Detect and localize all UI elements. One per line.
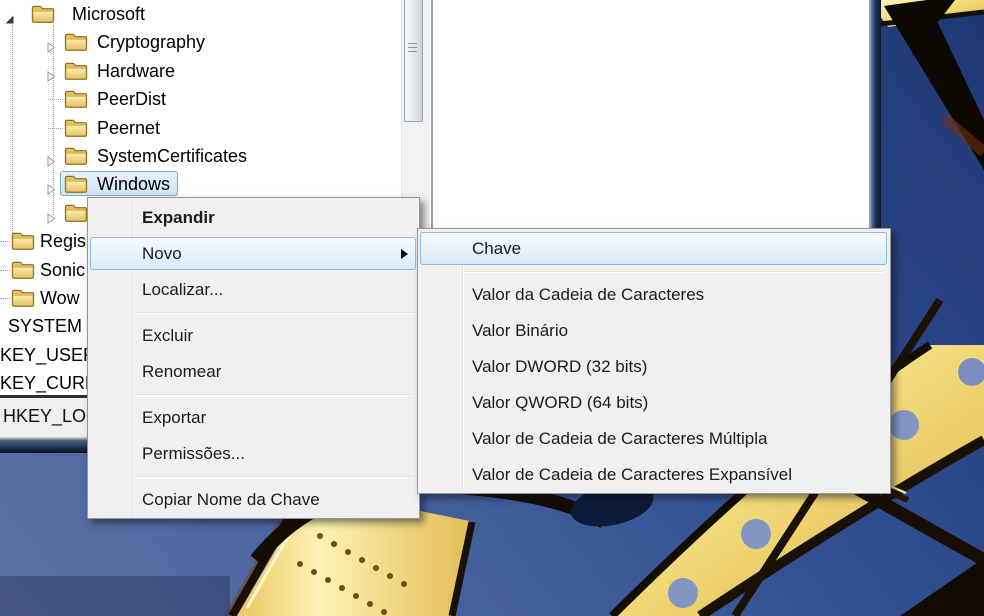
menu-item-label: Valor da Cadeia de Caracteres bbox=[472, 285, 705, 304]
folder-icon bbox=[64, 34, 88, 52]
menu-item-valor-de-cadeia-de-caracteres-multipla[interactable]: Valor de Cadeia de Caracteres Múltipla bbox=[418, 421, 890, 457]
tree-connector-stub bbox=[0, 269, 10, 272]
menu-highlight bbox=[90, 237, 416, 270]
collapsed-triangle-icon[interactable] bbox=[46, 179, 57, 196]
tree-connector-stub bbox=[48, 99, 63, 101]
menu-item-valor-de-cadeia-de-caracteres-expansivel[interactable]: Valor de Cadeia de Caracteres Expansível bbox=[418, 457, 890, 493]
folder-icon bbox=[64, 147, 88, 165]
new-value-submenu: Chave Valor da Cadeia de Caracteres Valor … bbox=[417, 228, 891, 494]
menu-item-label: Localizar... bbox=[142, 280, 224, 299]
menu-separator bbox=[464, 267, 884, 277]
menu-item-label: Valor DWORD (32 bits) bbox=[472, 357, 648, 376]
menu-item-expandir[interactable]: Expandir bbox=[88, 200, 419, 236]
tree-connector-line bbox=[12, 25, 14, 233]
submenu-arrow-icon bbox=[401, 249, 408, 259]
menu-item-novo[interactable]: Novo bbox=[88, 236, 419, 272]
folder-icon bbox=[64, 176, 88, 194]
menu-item-label: Valor de Cadeia de Caracteres Múltipla bbox=[472, 429, 768, 448]
collapsed-triangle-icon[interactable] bbox=[46, 66, 57, 82]
tree-item-label: PeerDist bbox=[97, 89, 167, 110]
menu-item-label: Copiar Nome da Chave bbox=[142, 490, 320, 509]
tree-item-label: Hardware bbox=[97, 60, 176, 81]
folder-icon bbox=[31, 5, 55, 23]
menu-item-label: Chave bbox=[472, 239, 522, 258]
screenshot-stage: Microsoft Cryptography Hardware PeerDist Pee… bbox=[0, 0, 984, 616]
scrollbar-thumb[interactable] bbox=[404, 0, 423, 122]
menu-item-label: Novo bbox=[142, 244, 182, 263]
menu-item-label: Renomear bbox=[142, 362, 222, 381]
menu-separator bbox=[134, 390, 413, 400]
collapsed-triangle-icon[interactable] bbox=[46, 37, 57, 54]
tree-item-label: Windows bbox=[97, 174, 171, 195]
folder-icon bbox=[64, 90, 88, 109]
menu-item-valor-dword-32-bits[interactable]: Valor DWORD (32 bits) bbox=[418, 349, 890, 385]
menu-item-label: Valor Binário bbox=[472, 321, 569, 340]
tree-connector-stub bbox=[0, 298, 10, 300]
menu-item-valor-da-cadeia-de-caracteres[interactable]: Valor da Cadeia de Caracteres bbox=[418, 277, 890, 313]
tree-item-label: Wow bbox=[40, 288, 80, 308]
menu-item-copiar-nome-da-chave[interactable]: Copiar Nome da Chave bbox=[88, 482, 419, 518]
tree-item-label: Sonic bbox=[40, 259, 86, 280]
tree-connector-stub bbox=[0, 241, 10, 243]
expanded-triangle-icon[interactable] bbox=[4, 9, 15, 24]
tree-item-label: SYSTEM bbox=[8, 316, 83, 337]
menu-item-chave[interactable]: Chave bbox=[418, 231, 890, 267]
tree-item-label: Cryptography bbox=[97, 32, 206, 53]
menu-separator bbox=[134, 472, 413, 482]
menu-item-excluir[interactable]: Excluir bbox=[88, 318, 419, 354]
menu-item-permissoes[interactable]: Permissões... bbox=[88, 436, 419, 472]
menu-item-valor-binario[interactable]: Valor Binário bbox=[418, 313, 890, 349]
tree-item-label: KEY_CURR bbox=[0, 373, 99, 394]
tree-item-label: Peernet bbox=[97, 117, 161, 138]
menu-item-valor-qword-64-bits[interactable]: Valor QWORD (64 bits) bbox=[418, 385, 890, 421]
menu-item-label: Permissões... bbox=[142, 444, 245, 463]
menu-item-exportar[interactable]: Exportar bbox=[88, 400, 419, 436]
menu-item-localizar[interactable]: Localizar... bbox=[88, 272, 419, 308]
menu-item-label: Valor de Cadeia de Caracteres Expansível bbox=[472, 465, 793, 484]
collapsed-triangle-icon[interactable] bbox=[46, 151, 57, 167]
menu-item-label: Valor QWORD (64 bits) bbox=[472, 393, 649, 412]
folder-icon bbox=[64, 119, 88, 137]
folder-icon bbox=[11, 289, 35, 307]
collapsed-triangle-icon[interactable] bbox=[46, 208, 57, 224]
tree-item-label: SystemCertificates bbox=[97, 146, 248, 166]
tree-item-label: Regis bbox=[40, 231, 87, 252]
menu-separator bbox=[134, 308, 413, 318]
tree-context-menu: Expandir Novo Localizar... Excluir Renomear E… bbox=[87, 197, 420, 519]
menu-item-renomear[interactable]: Renomear bbox=[88, 354, 419, 390]
menu-item-label: Excluir bbox=[142, 326, 194, 345]
folder-icon bbox=[11, 261, 35, 279]
menu-item-label: Exportar bbox=[142, 408, 207, 427]
menu-item-label: Expandir bbox=[142, 208, 215, 227]
tree-connector-stub bbox=[48, 127, 63, 130]
folder-icon bbox=[11, 232, 35, 251]
folder-icon bbox=[64, 62, 88, 80]
tree-item-label: Microsoft bbox=[72, 4, 146, 24]
folder-icon bbox=[64, 204, 88, 222]
status-bar-path: HKEY_LOC bbox=[3, 406, 100, 426]
